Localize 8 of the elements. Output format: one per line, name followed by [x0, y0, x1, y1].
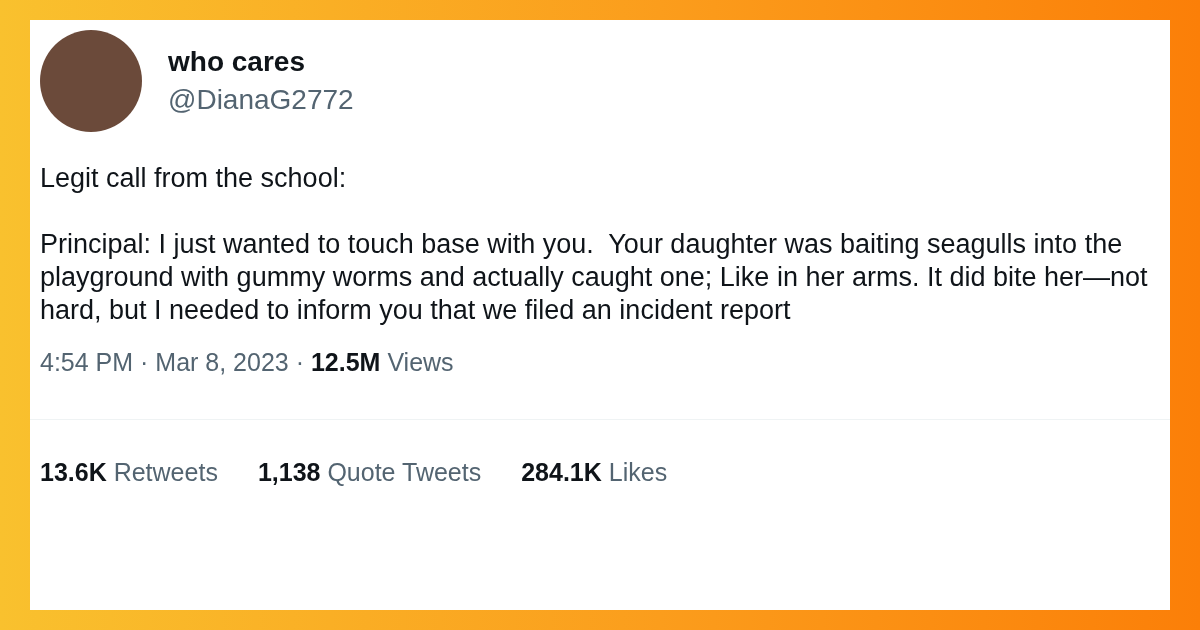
display-name: who cares [168, 46, 306, 78]
user-handle: @DianaG2772 [168, 84, 354, 116]
tweet-text: Principal: I just wanted to touch base with you. Your daughter was baiting seagulls into the playground with gummy worms and actually caught one; Like in her arms. It did bite her—not hard, but I needed to inform you that we filed an incident report [40, 228, 1149, 327]
stat-link[interactable]: 13.6K Retweets [40, 458, 218, 487]
tweet-timestamp: 4:54 PM · Mar 8, 2023 · 12.5M Views [40, 348, 455, 377]
stat-link[interactable]: 1,138 Quote Tweets [257, 458, 482, 487]
stat-link[interactable]: 284.1K Likes [521, 458, 668, 487]
tweet-text: Legit call from the school: [40, 162, 348, 195]
